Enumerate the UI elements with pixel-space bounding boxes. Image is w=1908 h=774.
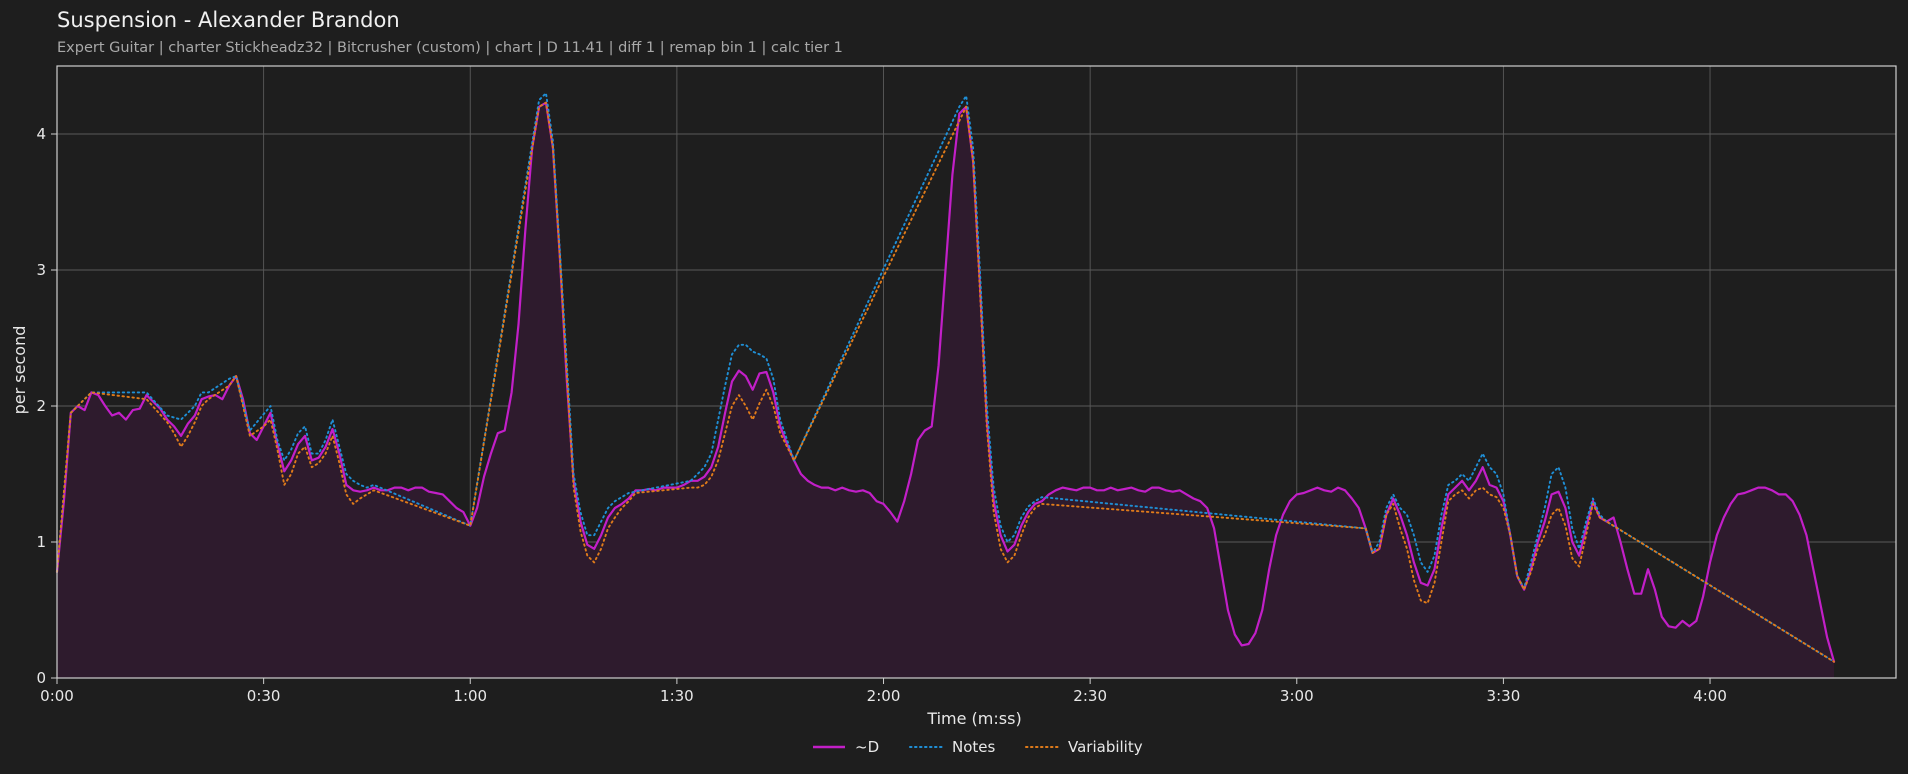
x-tick-label: 3:30 [1487,687,1521,705]
legend-label: ~D [855,738,879,756]
x-tick-label: 2:00 [867,687,901,705]
x-tick-label: 1:30 [660,687,694,705]
chart-canvas: 0:00 0:30 1:00 1:30 2:00 2:30 3:00 3:30 4:00 0 1 2… [10,65,1897,756]
y-tick-label: 2 [36,397,46,415]
y-tick-label: 4 [36,125,46,143]
area-fill-layer [57,102,1834,678]
x-axis-title: Time (m:ss) [926,709,1021,728]
x-tick-label: 3:00 [1280,687,1314,705]
x-axis-ticks: 0:00 0:30 1:00 1:30 2:00 2:30 3:00 3:30 4:00 [40,678,1727,705]
legend-label: Variability [1068,738,1143,756]
x-tick-label: 2:30 [1073,687,1107,705]
legend-item[interactable]: ~D [813,738,879,756]
y-axis-ticks: 0 1 2 3 4 [36,125,57,687]
x-tick-label: 0:30 [247,687,281,705]
legend-label: Notes [952,738,996,756]
y-tick-label: 1 [36,533,46,551]
y-tick-label: 3 [36,261,46,279]
x-tick-label: 1:00 [453,687,487,705]
legend[interactable]: ~D Notes Variability [813,738,1143,756]
d-area-fill [57,102,1834,678]
y-axis-title: per second [10,326,29,415]
legend-item[interactable]: Variability [1025,738,1143,756]
legend-item[interactable]: Notes [909,738,996,756]
y-tick-label: 0 [36,669,46,687]
x-tick-label: 0:00 [40,687,74,705]
x-tick-label: 4:00 [1693,687,1727,705]
